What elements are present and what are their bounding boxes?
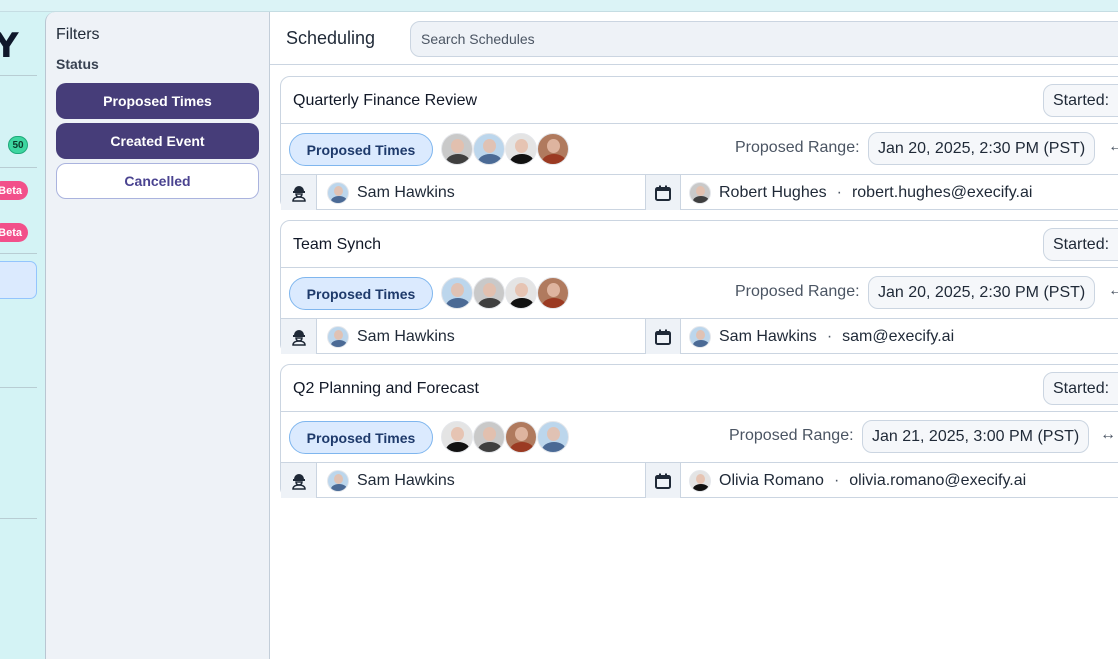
avatar — [441, 133, 473, 165]
filter-cancelled-button[interactable]: Cancelled — [56, 163, 259, 199]
separator: · — [833, 471, 840, 489]
proposed-range-label: Proposed Range: — [735, 139, 860, 156]
avatar — [441, 277, 473, 309]
main-header: Scheduling Search Schedules — [270, 12, 1118, 65]
event-contact: Olivia Romano · olivia.romano@execify.ai — [689, 463, 1026, 498]
calendar-icon — [645, 319, 681, 354]
nav-sidebar: Y 50 Beta Beta — [0, 12, 45, 659]
avatar — [505, 421, 537, 453]
proposed-range-label: Proposed Range: — [735, 283, 860, 300]
nav-divider — [0, 75, 37, 76]
schedule-name: Team Synch — [293, 236, 382, 253]
range-arrow-icon: ← — [1108, 282, 1118, 299]
participant-avatars — [441, 277, 569, 310]
card-header: Quarterly Finance Review Started: — [281, 77, 1118, 124]
participant-avatars — [441, 421, 569, 454]
proposed-range-start: Jan 20, 2025, 2:30 PM (PST) — [868, 132, 1096, 165]
started-pill: Started: — [1043, 372, 1118, 405]
avatar — [327, 469, 349, 492]
schedule-card[interactable]: Team Synch Started: Proposed Times Propo… — [280, 220, 1118, 354]
schedule-card[interactable]: Quarterly Finance Review Started: Propos… — [280, 76, 1118, 210]
nav-divider — [0, 167, 37, 168]
contact-name: Sam Hawkins — [719, 327, 817, 345]
avatar — [537, 421, 569, 453]
organizer: Sam Hawkins — [327, 463, 455, 498]
avatar — [473, 277, 505, 309]
avatar — [327, 325, 349, 348]
status-badge: Proposed Times — [289, 277, 433, 310]
organizer-name: Sam Hawkins — [357, 183, 455, 201]
schedule-name: Q2 Planning and Forecast — [293, 380, 479, 397]
proposed-range-label: Proposed Range: — [729, 427, 854, 444]
worker-helmet-icon — [281, 463, 317, 498]
filter-proposed-times-button[interactable]: Proposed Times — [56, 83, 259, 119]
filter-created-event-button[interactable]: Created Event — [56, 123, 259, 159]
status-label: Status — [56, 56, 99, 72]
card-status-row: Proposed Times Proposed Range: Jan 21, 2… — [281, 412, 1118, 463]
search-input[interactable]: Search Schedules — [410, 21, 1118, 57]
card-people-row: Sam Hawkins Robert Hughes · robert.hughe… — [281, 175, 1118, 210]
event-contact: Robert Hughes · robert.hughes@execify.ai — [689, 175, 1032, 210]
main-content: Scheduling Search Schedules Quarterly Fi… — [270, 12, 1118, 659]
filters-title: Filters — [56, 26, 100, 43]
started-pill: Started: — [1043, 84, 1118, 117]
nav-divider — [0, 253, 37, 254]
app-logo: Y — [0, 26, 19, 66]
count-badge: 50 — [8, 136, 28, 154]
avatar — [689, 181, 711, 204]
contact-email: sam@execify.ai — [842, 327, 955, 345]
organizer-name: Sam Hawkins — [357, 327, 455, 345]
organizer: Sam Hawkins — [327, 175, 455, 210]
nav-divider — [0, 518, 37, 519]
avatar — [689, 469, 711, 492]
contact-name: Robert Hughes — [719, 183, 827, 201]
avatar — [689, 325, 711, 348]
organizer-name: Sam Hawkins — [357, 471, 455, 489]
avatar — [327, 181, 349, 204]
top-strip — [0, 0, 1118, 12]
card-status-row: Proposed Times Proposed Range: Jan 20, 2… — [281, 124, 1118, 175]
status-badge: Proposed Times — [289, 133, 433, 166]
card-header: Team Synch Started: — [281, 221, 1118, 268]
organizer: Sam Hawkins — [327, 319, 455, 354]
event-contact: Sam Hawkins · sam@execify.ai — [689, 319, 954, 354]
worker-helmet-icon — [281, 175, 317, 210]
nav-divider — [0, 387, 37, 388]
card-people-row: Sam Hawkins Olivia Romano · olivia.roman… — [281, 463, 1118, 498]
contact-email: olivia.romano@execify.ai — [849, 471, 1027, 489]
contact-name: Olivia Romano — [719, 471, 824, 489]
avatar — [537, 133, 569, 165]
avatar — [505, 277, 537, 309]
status-badge: Proposed Times — [289, 421, 433, 454]
proposed-range-start: Jan 20, 2025, 2:30 PM (PST) — [868, 276, 1096, 309]
card-header: Q2 Planning and Forecast Started: — [281, 365, 1118, 412]
card-people-row: Sam Hawkins Sam Hawkins · sam@execify.ai — [281, 319, 1118, 354]
calendar-icon — [645, 463, 681, 498]
avatar — [505, 133, 537, 165]
avatar — [537, 277, 569, 309]
range-arrow-icon: ← — [1108, 138, 1118, 155]
avatar — [441, 421, 473, 453]
separator: · — [836, 183, 842, 201]
separator: · — [826, 327, 833, 345]
nav-item-active[interactable] — [0, 261, 37, 299]
calendar-icon — [645, 175, 681, 210]
page-title: Scheduling — [286, 28, 376, 48]
beta-badge: Beta — [0, 223, 28, 242]
contact-email: robert.hughes@execify.ai — [851, 183, 1033, 201]
card-status-row: Proposed Times Proposed Range: Jan 20, 2… — [281, 268, 1118, 319]
proposed-range-start: Jan 21, 2025, 3:00 PM (PST) — [862, 420, 1090, 453]
worker-helmet-icon — [281, 319, 317, 354]
range-arrow-icon: ↔ — [1100, 426, 1116, 443]
schedule-card[interactable]: Q2 Planning and Forecast Started: Propos… — [280, 364, 1118, 498]
participant-avatars — [441, 133, 569, 166]
schedule-name: Quarterly Finance Review — [293, 92, 478, 109]
beta-badge: Beta — [0, 181, 28, 200]
avatar — [473, 421, 505, 453]
started-pill: Started: — [1043, 228, 1118, 261]
avatar — [473, 133, 505, 165]
filters-panel: Filters Status Proposed Times Created Ev… — [45, 12, 270, 659]
